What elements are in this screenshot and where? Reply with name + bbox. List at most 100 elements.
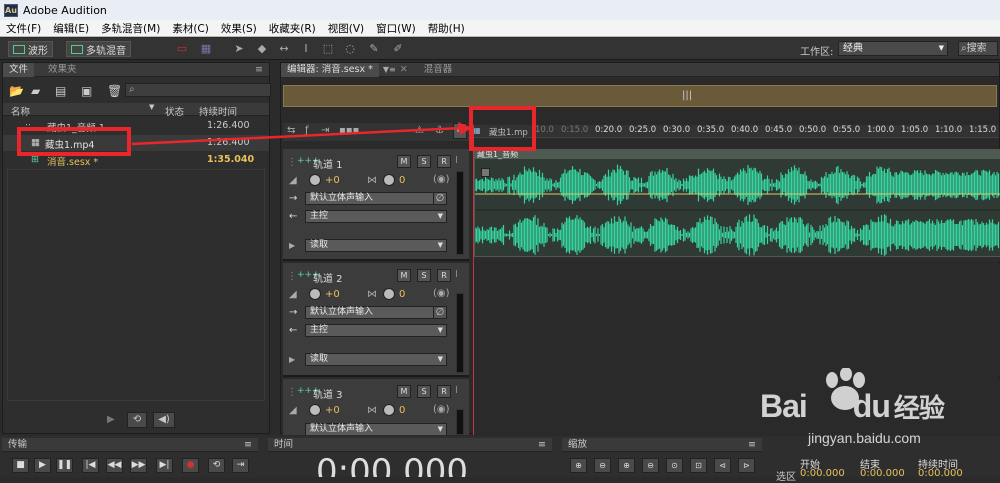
go-to-start-icon[interactable]: |◀ [82, 458, 99, 473]
drag-grip-icon[interactable]: ⋮ [287, 387, 297, 398]
menu-multitrack[interactable]: 多轨混音(M) [95, 21, 166, 36]
zoom-selection-icon[interactable]: ⊡ [690, 458, 707, 473]
volume-value[interactable]: +0 [325, 289, 340, 300]
selection-start-value[interactable]: 0:00.000 [800, 468, 845, 479]
tab-mixer[interactable]: 混音器 [418, 63, 459, 77]
mute-button[interactable]: M [397, 269, 411, 282]
trash-icon[interactable]: 🗑 [107, 84, 122, 98]
close-icon[interactable]: ✕ [400, 64, 408, 75]
track-output-select[interactable]: 主控 [305, 324, 447, 337]
timeline-ruler[interactable]: ▦ 藏虫1.mp 10.0 0:15.0 0:20.0 0:25.0 0:30.… [471, 125, 999, 138]
fast-forward-icon[interactable]: ▶▶ [130, 458, 147, 473]
tab-files[interactable]: 文件 [3, 62, 35, 77]
record-icon[interactable]: ● [182, 458, 199, 473]
track-input-select[interactable]: 默认立体声输入 [305, 306, 445, 319]
selection-duration-value[interactable]: 0:00.000 [918, 468, 963, 479]
spectral-display-icon[interactable]: ▭ [176, 43, 188, 55]
zoom-in-time-icon[interactable]: ⊕ [618, 458, 635, 473]
multitrack-view-button[interactable]: 多轨混音 [66, 41, 131, 57]
automation-mode-select[interactable]: 读取 [305, 353, 447, 366]
healing-tool-icon[interactable]: ✐ [392, 43, 404, 55]
lasso-tool-icon[interactable]: ◌ [344, 43, 356, 55]
brush-tool-icon[interactable]: ✎ [368, 43, 380, 55]
search-help-box[interactable]: ⌕搜索 [958, 41, 998, 56]
go-to-end-icon[interactable]: ▶| [156, 458, 173, 473]
record-button[interactable]: R [437, 385, 451, 398]
panel-menu-icon[interactable]: ≡ [255, 64, 263, 75]
slip-tool-icon[interactable]: ↔ [278, 43, 290, 55]
tab-favorites[interactable]: 效果夹 [42, 63, 83, 77]
zoom-left-edge-icon[interactable]: ⊲ [714, 458, 731, 473]
volume-knob[interactable] [309, 404, 321, 416]
zoom-full-icon[interactable]: ⊙ [666, 458, 683, 473]
menu-effects[interactable]: 效果(S) [215, 21, 263, 36]
track-input-select[interactable]: 默认立体声输入 [305, 192, 445, 205]
expand-triangle-icon[interactable]: ▶ [289, 241, 295, 250]
menu-window[interactable]: 窗口(W) [370, 21, 422, 36]
col-status[interactable]: 状态 [165, 104, 184, 118]
automation-mode-select[interactable]: 读取 [305, 239, 447, 252]
new-file-icon[interactable]: ▤ [55, 84, 66, 98]
move-tool-icon[interactable]: ➤ [233, 43, 245, 55]
stereo-icon[interactable]: (◉) [433, 404, 450, 415]
track-name[interactable]: 轨道 2 [313, 270, 343, 285]
track-name[interactable]: 轨道 1 [313, 156, 343, 171]
open-folder-icon[interactable]: 📂 [9, 84, 24, 98]
skip-icon[interactable]: ⇥ [232, 458, 249, 473]
track-name[interactable]: 轨道 3 [313, 386, 343, 401]
pitch-display-icon[interactable]: ▦ [200, 43, 212, 55]
razor-tool-icon[interactable]: ◆ [256, 43, 268, 55]
monitor-input-icon[interactable]: I [455, 269, 458, 280]
pan-value[interactable]: 0 [399, 175, 405, 186]
record-button[interactable]: R [437, 155, 451, 168]
drag-grip-icon[interactable]: ⋮ [287, 271, 297, 282]
panel-menu-icon[interactable]: ≡ [244, 438, 252, 452]
pan-value[interactable]: 0 [399, 405, 405, 416]
play-icon[interactable]: ▶ [34, 458, 51, 473]
phase-invert-icon[interactable]: ∅ [433, 192, 447, 205]
menu-view[interactable]: 视图(V) [322, 21, 370, 36]
pan-value[interactable]: 0 [399, 289, 405, 300]
menu-favorites[interactable]: 收藏夹(R) [263, 21, 322, 36]
menu-help[interactable]: 帮助(H) [422, 21, 471, 36]
zoom-out-amplitude-icon[interactable]: ⊖ [594, 458, 611, 473]
stop-icon[interactable]: ■ [12, 458, 29, 473]
pan-knob[interactable] [383, 404, 395, 416]
play-preview-icon[interactable]: ▶ [107, 414, 115, 425]
track-input-select[interactable]: 默认立体声输入 [305, 423, 447, 435]
solo-button[interactable]: S [417, 385, 431, 398]
marquee-tool-icon[interactable]: ⬚ [322, 43, 334, 55]
monitor-input-icon[interactable]: I [455, 385, 458, 396]
stereo-icon[interactable]: (◉) [433, 174, 450, 185]
insert-multitrack-icon[interactable]: ▣ [81, 84, 92, 98]
expand-triangle-icon[interactable]: ▶ [289, 355, 295, 364]
menu-edit[interactable]: 编辑(E) [47, 21, 95, 36]
loop-preview-icon[interactable]: ⟲ [127, 412, 147, 428]
workspace-select[interactable]: 经典 ▼ [838, 41, 948, 56]
rewind-icon[interactable]: ◀◀ [106, 458, 123, 473]
monitor-input-icon[interactable]: I [455, 155, 458, 166]
col-name[interactable]: 名称 [11, 104, 30, 118]
auto-play-icon[interactable]: ◀) [153, 412, 175, 428]
selection-end-value[interactable]: 0:00.000 [860, 468, 905, 479]
drag-grip-icon[interactable]: ⋮ [287, 157, 297, 168]
volume-knob[interactable] [309, 288, 321, 300]
overview-scroller[interactable]: ||| [283, 85, 997, 107]
audio-clip[interactable]: 藏虫1_音频 [474, 149, 1000, 257]
loop-icon[interactable]: ⟲ [208, 458, 225, 473]
phase-invert-icon[interactable]: ∅ [433, 306, 447, 319]
import-icon[interactable]: ▰ [31, 84, 40, 98]
panel-menu-icon[interactable]: ≡ [748, 438, 756, 452]
time-selection-icon[interactable]: I [300, 43, 312, 55]
col-duration[interactable]: 持续时间 [199, 104, 237, 118]
zoom-out-time-icon[interactable]: ⊖ [642, 458, 659, 473]
waveform-view-button[interactable]: 波形 [8, 41, 53, 57]
pan-knob[interactable] [383, 174, 395, 186]
files-search-input[interactable]: ⌕ [125, 83, 271, 97]
zoom-right-edge-icon[interactable]: ⊳ [738, 458, 755, 473]
mute-button[interactable]: M [397, 385, 411, 398]
volume-value[interactable]: +0 [325, 405, 340, 416]
solo-button[interactable]: S [417, 269, 431, 282]
menu-file[interactable]: 文件(F) [0, 21, 47, 36]
stereo-icon[interactable]: (◉) [433, 288, 450, 299]
